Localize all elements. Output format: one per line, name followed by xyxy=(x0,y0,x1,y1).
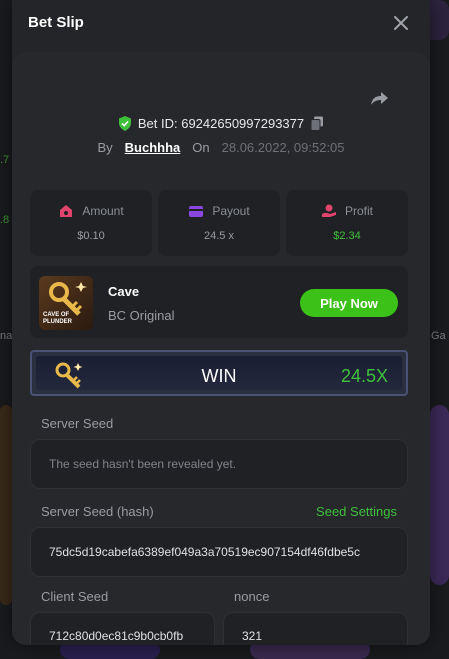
game-name: Cave xyxy=(108,284,140,299)
game-provider: BC Original xyxy=(108,308,175,323)
client-seed-field[interactable]: 712c80d0ec81c9b0cb0fb xyxy=(30,612,215,645)
profit-icon xyxy=(321,204,336,217)
bet-owner-row: By Buchhha On 28.06.2022, 09:52:05 xyxy=(12,140,430,155)
payout-icon xyxy=(189,205,204,217)
seed-settings-link[interactable]: Seed Settings xyxy=(316,504,397,519)
bet-details-panel[interactable]: Bet ID: 69242650997293377 By Buchhha On … xyxy=(12,52,430,645)
by-label: By xyxy=(97,140,113,155)
amount-icon xyxy=(60,205,73,217)
server-seed-hash-label: Server Seed (hash) xyxy=(41,504,154,519)
payout-value: 24.5 x xyxy=(204,230,234,242)
nonce-field[interactable]: 321 xyxy=(223,612,408,645)
profit-value: $2.34 xyxy=(333,230,361,242)
bet-stats: Amount $0.10 Payout 24.5 x Profit $2.34 xyxy=(30,190,408,256)
result-banner: WIN 24.5X xyxy=(30,350,408,396)
username-link[interactable]: Buchhha xyxy=(125,140,181,155)
background-edge-value: .8 xyxy=(0,214,10,226)
game-card: CAVE OF PLUNDER Cave BC Original Play No… xyxy=(30,266,408,338)
bet-id: Bet ID: 69242650997293377 xyxy=(137,116,305,131)
profit-label: Profit xyxy=(344,204,373,218)
close-button[interactable] xyxy=(392,14,410,32)
bet-id-row: Bet ID: 69242650997293377 xyxy=(12,116,430,131)
share-icon xyxy=(371,92,388,105)
payout-label: Payout xyxy=(212,204,250,218)
stat-amount: Amount $0.10 xyxy=(30,190,152,256)
stat-payout: Payout 24.5 x xyxy=(158,190,280,256)
client-seed-label: Client Seed xyxy=(41,589,109,604)
result-multiplier: 24.5X xyxy=(340,366,388,386)
background-tile xyxy=(430,405,449,585)
game-thumbnail[interactable]: CAVE OF PLUNDER xyxy=(39,276,93,330)
verified-shield-icon xyxy=(118,116,131,131)
bet-date: 28.06.2022, 09:52:05 xyxy=(221,140,345,155)
background-edge-value: .7 xyxy=(0,154,10,166)
close-icon xyxy=(394,16,408,30)
background-edge-label: na xyxy=(0,330,13,342)
amount-label: Amount xyxy=(82,204,124,218)
on-label: On xyxy=(192,140,210,155)
stat-profit: Profit $2.34 xyxy=(286,190,408,256)
background-tile xyxy=(0,405,12,605)
game-thumbnail-logo: CAVE OF PLUNDER xyxy=(43,312,73,325)
copy-icon[interactable] xyxy=(310,116,324,131)
background-edge-label: Ga xyxy=(431,330,446,342)
bet-slip-modal: Bet Slip Bet ID: 69242650997293377 By Bu… xyxy=(12,0,430,645)
play-now-button[interactable]: Play Now xyxy=(300,289,398,317)
server-seed-label: Server Seed xyxy=(41,416,114,431)
nonce-label: nonce xyxy=(234,589,270,604)
amount-value: $0.10 xyxy=(77,230,105,242)
server-seed-field: The seed hasn't been revealed yet. xyxy=(30,439,408,489)
share-button[interactable] xyxy=(370,88,390,108)
modal-title: Bet Slip xyxy=(28,14,84,31)
server-seed-hash-field[interactable]: 75dc5d19cabefa6389ef049a3a70519ec907154d… xyxy=(30,527,408,577)
